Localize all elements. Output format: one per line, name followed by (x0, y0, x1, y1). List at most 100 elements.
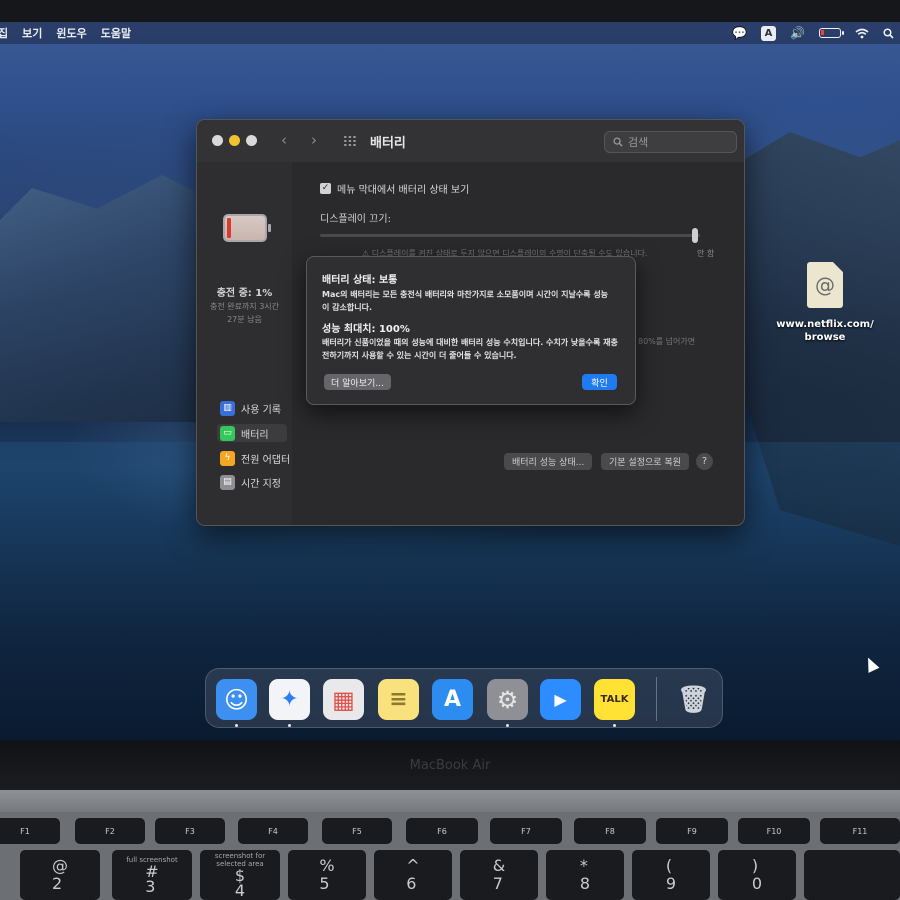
window-title: 배터리 (370, 136, 406, 151)
sidebar-item-label: 전원 어댑터 (241, 454, 291, 466)
maximum-capacity-description: 배터리가 신품이었을 때의 성능에 대비한 배터리 성능 수치입니다. 수치가 … (322, 338, 618, 360)
key-f1[interactable]: F1 (0, 818, 60, 844)
chevron-right-icon[interactable]: › (311, 131, 317, 149)
menu-item-go[interactable]: 집 (0, 25, 8, 41)
dock-trash-icon[interactable]: 🗑 (673, 679, 714, 720)
battery-sidebar: 충전 중: 1% 충전 완료까지 3시간 27분 남음 ▥ 사용 기록 ▭ 배터… (197, 162, 292, 525)
window-minimize-button[interactable] (229, 135, 240, 146)
key-f2[interactable]: F2 (75, 818, 145, 844)
key-8[interactable]: * 8 (546, 850, 624, 900)
key-3-label: # 3 (145, 862, 159, 896)
dock-launchpad-icon[interactable]: ▦ (323, 679, 364, 720)
battery-icon: ▭ (220, 425, 235, 441)
calendar-icon: ▤ (220, 474, 235, 490)
sidebar-item-usage-history[interactable]: ▥ 사용 기록 (220, 399, 281, 417)
wifi-icon[interactable] (855, 28, 869, 39)
running-indicator (613, 724, 616, 727)
sidebar-item-schedule[interactable]: ▤ 시간 지정 (220, 473, 281, 491)
sidebar-item-battery[interactable]: ▭ 배터리 (217, 424, 287, 442)
menu-battery-icon[interactable] (819, 28, 844, 38)
running-indicator (235, 724, 238, 727)
key-7[interactable]: & 7 (460, 850, 538, 900)
key-f3[interactable]: F3 (155, 818, 225, 844)
search-input[interactable]: 검색 (604, 131, 737, 153)
sidebar-item-label: 시간 지정 (241, 478, 281, 490)
key-6[interactable]: ^ 6 (374, 850, 452, 900)
chart-icon: ▥ (220, 400, 235, 416)
checkbox-label: 메뉴 막대에서 배터리 상태 보기 (337, 185, 470, 196)
show-all-grid-icon[interactable] (343, 135, 357, 146)
desktop-webloc-file[interactable]: @ www.netflix.com/ browse (770, 262, 880, 344)
search-placeholder: 검색 (628, 136, 649, 149)
menu-item-window[interactable]: 윈도우 (56, 25, 86, 41)
display-off-label: 디스플레이 끄기: (320, 214, 391, 225)
learn-more-button[interactable]: 더 알아보기... (324, 374, 391, 390)
slider-end-label: 안 함 (697, 249, 715, 258)
key-f7[interactable]: F7 (490, 818, 562, 844)
ok-button[interactable]: 확인 (582, 374, 617, 390)
spotlight-search-icon[interactable] (883, 27, 894, 39)
running-indicator (506, 724, 509, 727)
menu-item-help[interactable]: 도움말 (101, 25, 131, 41)
dock-zoom-icon[interactable]: ▶ (540, 679, 581, 720)
battery-condition-title: 배터리 상태: 보통 (322, 275, 398, 286)
input-source-icon[interactable]: A (761, 25, 777, 41)
window-zoom-button[interactable] (246, 135, 257, 146)
webloc-file-icon: @ (807, 262, 843, 308)
photo-stage: 집 보기 윈도우 도움말 💬 A 🔊 @ www.netflix.com/ br… (0, 0, 900, 900)
search-icon (613, 137, 623, 147)
key-0[interactable]: ) 0 (718, 850, 796, 900)
key-5[interactable]: % 5 (288, 850, 366, 900)
menu-item-view[interactable]: 보기 (22, 25, 42, 41)
dock: ☺ ✦ ▦ ≡ A ⚙ ▶ TALK 🗑 (205, 668, 723, 728)
sidebar-item-label: 사용 기록 (241, 404, 281, 416)
chevron-left-icon[interactable]: ‹ (281, 131, 287, 149)
key-f11[interactable]: F11 (820, 818, 900, 844)
sidebar-item-power-adapter[interactable]: ϟ 전원 어댑터 (220, 449, 290, 467)
menu-bar-status-area: 💬 A 🔊 (732, 22, 894, 44)
key-9[interactable]: ( 9 (632, 850, 710, 900)
sidebar-item-label: 배터리 (241, 429, 269, 441)
device-brand-label: MacBook Air (409, 758, 491, 773)
key-f9[interactable]: F9 (656, 818, 728, 844)
battery-health-button[interactable]: 배터리 성능 상태... (504, 453, 593, 470)
running-indicator (288, 724, 291, 727)
battery-condition-description: Mac의 배터리는 모든 충전식 배터리와 마찬가지로 소모품이며 시간이 지날… (322, 290, 609, 312)
key-minus[interactable] (804, 850, 900, 900)
volume-icon[interactable]: 🔊 (790, 26, 805, 40)
key-f8[interactable]: F8 (574, 818, 646, 844)
dock-kakaotalk-icon[interactable]: TALK (594, 679, 635, 720)
dock-safari-icon[interactable]: ✦ (269, 679, 310, 720)
battery-level-icon (223, 214, 271, 242)
show-battery-in-menubar-checkbox[interactable]: ✓ 메뉴 막대에서 배터리 상태 보기 (320, 181, 469, 196)
key-2[interactable]: @ 2 (20, 850, 100, 900)
charge-limit-text: 80%를 넘어가면 (638, 337, 696, 346)
menu-bar: 집 보기 윈도우 도움말 💬 A 🔊 (0, 22, 900, 44)
charge-status: 충전 중: 1% (216, 288, 273, 299)
key-3[interactable]: full screenshot # 3 (112, 850, 192, 900)
dock-app-store-icon[interactable]: A (432, 679, 473, 720)
message-bubble-icon[interactable]: 💬 (732, 26, 747, 40)
key-f5[interactable]: F5 (322, 818, 392, 844)
key-f10[interactable]: F10 (738, 818, 810, 844)
window-close-button[interactable] (212, 135, 223, 146)
dock-finder-icon[interactable]: ☺ (216, 679, 257, 720)
key-4[interactable]: screenshot for selected area $ 4 (200, 850, 280, 900)
key-4-label: $ 4 (234, 866, 246, 900)
battery-health-dialog: 배터리 상태: 보통 Mac의 배터리는 모든 충전식 배터리와 마찬가지로 소… (306, 256, 636, 405)
window-titlebar: ‹ › 배터리 검색 (197, 120, 744, 162)
charge-remaining-note: 충전 완료까지 3시간 27분 남음 (209, 302, 280, 324)
restore-defaults-button[interactable]: 기본 설정으로 복원 (601, 453, 689, 470)
dock-notes-icon[interactable]: ≡ (378, 679, 419, 720)
help-button[interactable]: ? (696, 453, 713, 470)
bolt-icon: ϟ (220, 450, 235, 466)
maximum-capacity-title: 성능 최대치: 100% (322, 324, 410, 335)
dock-separator (656, 677, 657, 721)
desktop-file-name: www.netflix.com/ browse (776, 319, 874, 343)
key-f4[interactable]: F4 (238, 818, 308, 844)
dock-system-preferences-icon[interactable]: ⚙ (487, 679, 528, 720)
display-off-slider[interactable] (320, 234, 700, 237)
slider-thumb[interactable] (692, 228, 698, 243)
key-f6[interactable]: F6 (406, 818, 478, 844)
checkmark-icon: ✓ (320, 183, 331, 194)
